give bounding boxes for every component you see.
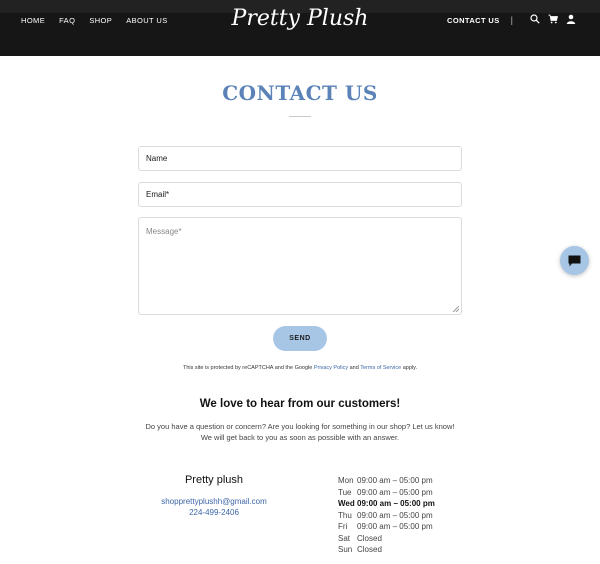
business-phone-link[interactable]: 224-499-2406 xyxy=(150,508,278,517)
hours-day: Wed xyxy=(338,499,355,508)
message-textarea[interactable]: Message* xyxy=(138,217,462,315)
site-header: HOME FAQ SHOP ABOUT US Pretty Plush CONT… xyxy=(0,0,600,56)
name-input[interactable]: Name xyxy=(138,146,462,171)
page-title: CONTACT US xyxy=(222,81,378,105)
hours-time: 09:00 am – 05:00 pm xyxy=(357,499,435,508)
hours-row: Tue 09:00 am – 05:00 pm xyxy=(338,487,435,499)
business-email-link[interactable]: shopprettyplushh@gmail.com xyxy=(150,497,278,506)
hours-time: 09:00 am – 05:00 pm xyxy=(357,522,433,531)
hours-day: Thu xyxy=(338,510,352,520)
hours-time: 09:00 am – 05:00 pm xyxy=(357,487,433,497)
header-actions: CONTACT US | xyxy=(447,14,578,26)
hours-day: Sun xyxy=(338,545,353,554)
send-button[interactable]: SEND xyxy=(273,326,327,351)
business-name: Pretty plush xyxy=(184,474,244,486)
nav-contact-us[interactable]: CONTACT US xyxy=(447,16,500,25)
intro-text: Do you have a question or concern? Are y… xyxy=(145,422,455,442)
recaptcha-suffix: apply. xyxy=(401,365,417,371)
email-input[interactable]: Email* xyxy=(138,182,462,207)
hours-row: Sat Closed xyxy=(338,533,435,545)
hours-row: Sun Closed xyxy=(338,544,435,556)
hours-time: 09:00 am – 05:00 pm xyxy=(357,510,433,520)
hours-row: Mon 09:00 am – 05:00 pm xyxy=(338,475,435,487)
email-placeholder: Email* xyxy=(146,190,170,199)
resize-handle-icon[interactable] xyxy=(453,306,459,312)
terms-of-service-link[interactable]: Terms of Service xyxy=(360,365,401,371)
hours-time: 09:00 am – 05:00 pm xyxy=(357,476,433,485)
cart-icon[interactable] xyxy=(548,14,560,26)
hours-time: Closed xyxy=(357,533,382,543)
hours-day: Sat xyxy=(338,533,351,543)
hours-time: Closed xyxy=(357,545,382,554)
business-hours: Mon 09:00 am – 05:00 pm Tue 09:00 am – 05:… xyxy=(338,475,435,556)
message-placeholder: Message* xyxy=(146,227,182,236)
chat-icon xyxy=(568,255,581,266)
nav-separator: | xyxy=(510,15,513,25)
privacy-policy-link[interactable]: Privacy Policy xyxy=(314,365,348,371)
hours-day: Fri xyxy=(338,522,348,531)
hours-day: Tue xyxy=(338,487,352,497)
recaptcha-notice: This site is protected by reCAPTCHA and … xyxy=(0,365,600,371)
intro-heading: We love to hear from our customers! xyxy=(199,398,401,410)
hours-day: Mon xyxy=(338,476,354,485)
user-icon[interactable] xyxy=(566,14,578,26)
recaptcha-prefix: This site is protected by reCAPTCHA and … xyxy=(183,365,314,371)
search-icon[interactable] xyxy=(530,14,542,26)
chat-button[interactable] xyxy=(560,246,589,275)
hours-row: Thu 09:00 am – 05:00 pm xyxy=(338,510,435,522)
name-placeholder: Name xyxy=(146,154,168,163)
hours-row: Fri 09:00 am – 05:00 pm xyxy=(338,521,435,533)
title-divider xyxy=(289,116,311,117)
hours-row: Wed 09:00 am – 05:00 pm xyxy=(338,498,435,510)
recaptcha-and: and xyxy=(348,365,361,371)
